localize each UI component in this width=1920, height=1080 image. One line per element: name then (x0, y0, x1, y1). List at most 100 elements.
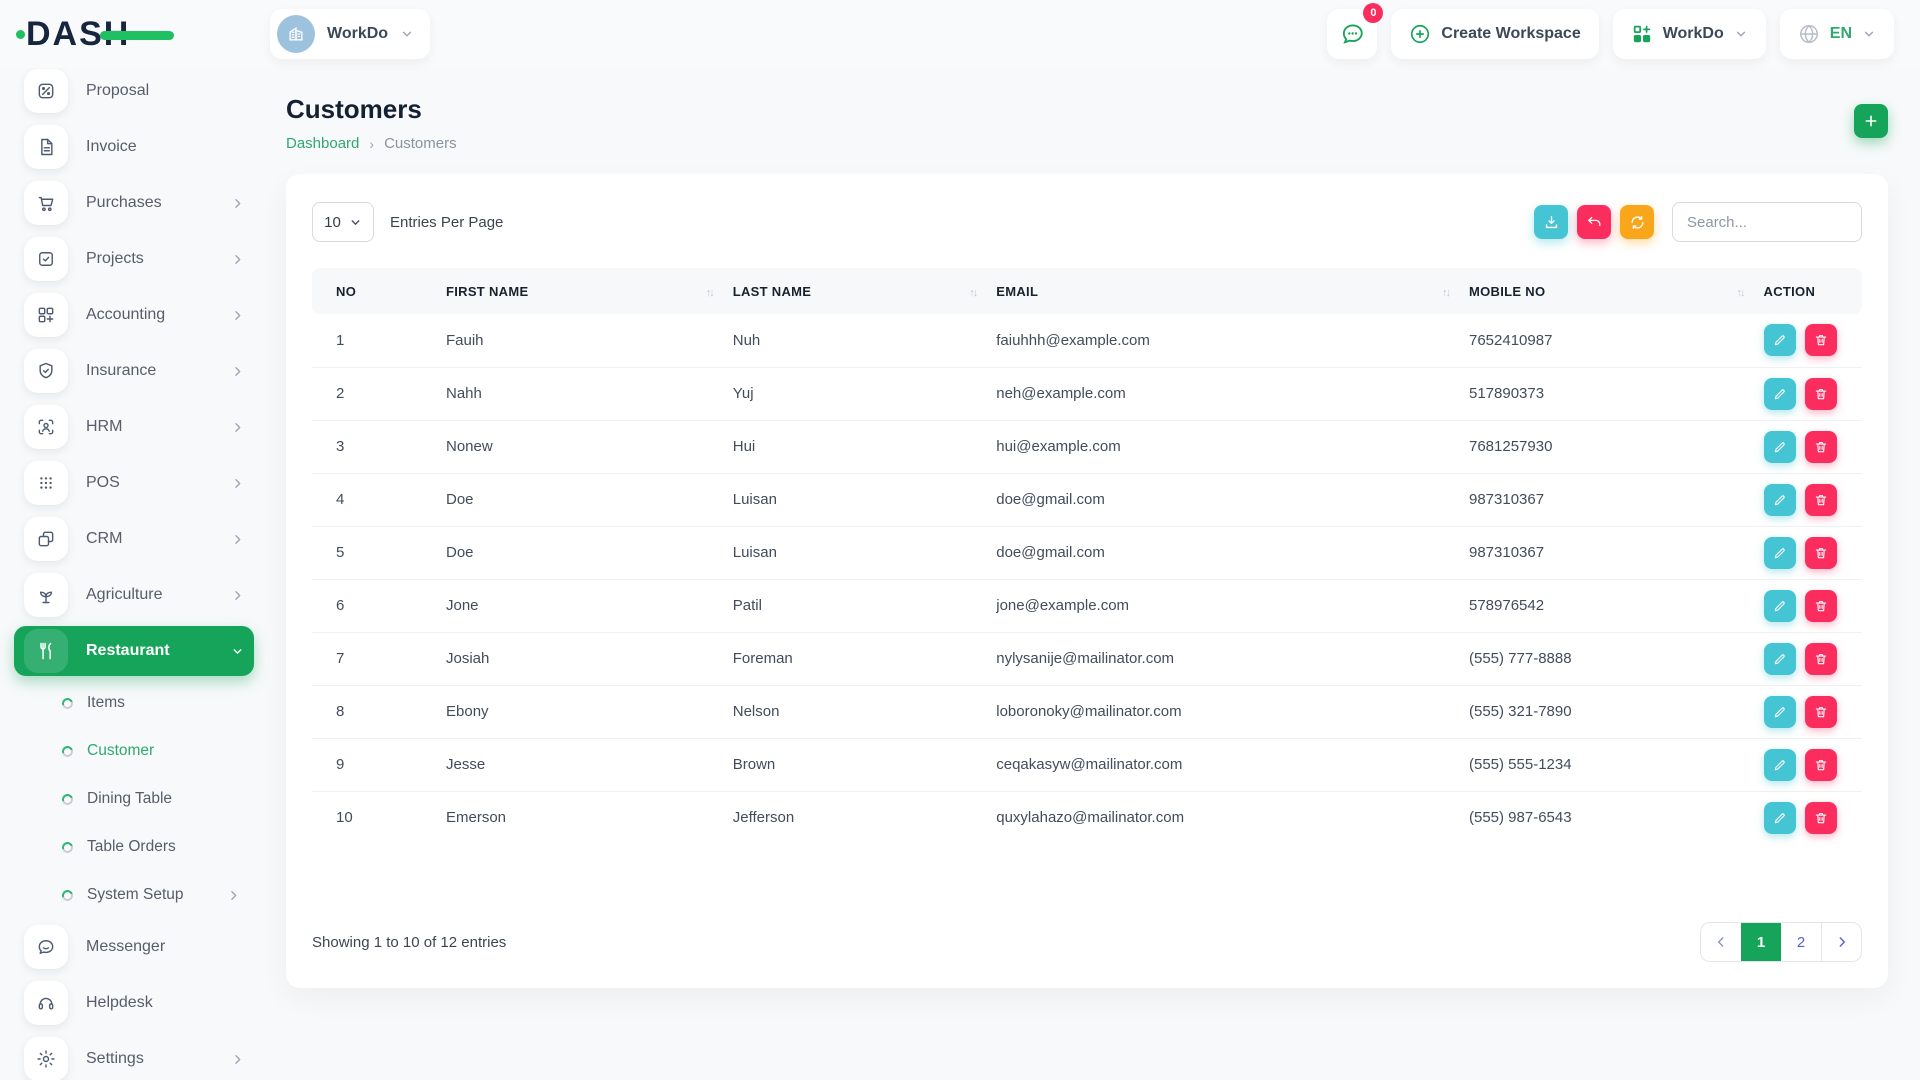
top-header: DASH WorkDo 0 Create Workspace (0, 0, 1920, 68)
delete-button[interactable] (1805, 749, 1837, 781)
delete-button[interactable] (1805, 643, 1837, 675)
search-input[interactable] (1672, 202, 1862, 242)
refresh-button[interactable] (1620, 205, 1654, 239)
table-row: 3 Nonew Hui hui@example.com 7681257930 (312, 420, 1862, 473)
sidebar-subitem-dining-table[interactable]: Dining Table (14, 775, 254, 823)
sidebar-item-crm[interactable]: CRM (14, 511, 254, 567)
reset-button[interactable] (1577, 205, 1611, 239)
sidebar-subitem-customer[interactable]: Customer (14, 727, 254, 775)
edit-button[interactable] (1764, 749, 1796, 781)
workspace-selector[interactable]: WorkDo (270, 9, 430, 59)
sort-icon[interactable]: ↑↓ (1737, 287, 1744, 299)
pencil-icon (1773, 599, 1787, 613)
breadcrumb-dashboard-link[interactable]: Dashboard (286, 135, 359, 152)
table-row: 4 Doe Luisan doe@gmail.com 987310367 (312, 473, 1862, 526)
edit-button[interactable] (1764, 643, 1796, 675)
trash-icon (1814, 811, 1828, 825)
pencil-icon (1773, 440, 1787, 454)
sidebar-item-purchases[interactable]: Purchases (14, 175, 254, 231)
edit-button[interactable] (1764, 696, 1796, 728)
chevron-down-icon (231, 645, 244, 658)
edit-button[interactable] (1764, 378, 1796, 410)
edit-button[interactable] (1764, 537, 1796, 569)
app-logo[interactable]: DASH (26, 15, 270, 54)
delete-button[interactable] (1805, 324, 1837, 356)
chevron-right-icon (231, 533, 244, 546)
add-customer-button[interactable] (1854, 104, 1888, 138)
user-scan-icon (24, 405, 68, 449)
pagination-next-button[interactable] (1821, 923, 1861, 961)
chevron-right-icon (227, 889, 240, 902)
delete-button[interactable] (1805, 431, 1837, 463)
entries-per-page-select[interactable]: 10 (312, 202, 374, 242)
chevron-down-icon (349, 216, 362, 229)
delete-button[interactable] (1805, 802, 1837, 834)
export-button[interactable] (1534, 205, 1568, 239)
delete-button[interactable] (1805, 590, 1837, 622)
trash-icon (1814, 652, 1828, 666)
plant-icon (24, 573, 68, 617)
gear-icon (24, 1037, 68, 1080)
col-header-mobile-no[interactable]: MOBILE NO ↑↓ (1459, 268, 1754, 314)
trash-icon (1814, 546, 1828, 560)
pencil-icon (1773, 333, 1787, 347)
delete-button[interactable] (1805, 696, 1837, 728)
edit-button[interactable] (1764, 802, 1796, 834)
trash-icon (1814, 440, 1828, 454)
pencil-icon (1773, 705, 1787, 719)
edit-button[interactable] (1764, 324, 1796, 356)
sidebar-item-restaurant[interactable]: Restaurant (14, 626, 254, 676)
create-workspace-button[interactable]: Create Workspace (1391, 9, 1598, 59)
table-row: 8 Ebony Nelson loboronoky@mailinator.com… (312, 685, 1862, 738)
invoice-icon (24, 125, 68, 169)
pagination-page-1[interactable]: 1 (1741, 923, 1781, 961)
sidebar-item-helpdesk[interactable]: Helpdesk (14, 975, 254, 1031)
panels-icon (24, 517, 68, 561)
table-row: 7 Josiah Foreman nylysanije@mailinator.c… (312, 632, 1862, 685)
sort-icon[interactable]: ↑↓ (1442, 287, 1449, 299)
pencil-icon (1773, 387, 1787, 401)
breadcrumb: Dashboard › Customers (286, 135, 457, 152)
sidebar-subitem-system-setup[interactable]: System Setup (14, 871, 254, 919)
sort-icon[interactable]: ↑↓ (706, 287, 713, 299)
sidebar: Proposal Invoice Purchases Projects (0, 68, 270, 1080)
edit-button[interactable] (1764, 431, 1796, 463)
sidebar-item-pos[interactable]: POS (14, 455, 254, 511)
sidebar-item-agriculture[interactable]: Agriculture (14, 567, 254, 623)
sort-icon[interactable]: ↑↓ (969, 287, 976, 299)
showing-entries-text: Showing 1 to 10 of 12 entries (312, 934, 506, 951)
edit-button[interactable] (1764, 484, 1796, 516)
create-workspace-label: Create Workspace (1441, 25, 1580, 43)
sidebar-item-invoice[interactable]: Invoice (14, 119, 254, 175)
delete-button[interactable] (1805, 484, 1837, 516)
pagination: 1 2 (1700, 922, 1862, 962)
sidebar-item-insurance[interactable]: Insurance (14, 343, 254, 399)
trash-icon (1814, 705, 1828, 719)
sidebar-item-projects[interactable]: Projects (14, 231, 254, 287)
pagination-prev-button[interactable] (1701, 923, 1741, 961)
sidebar-subitem-items[interactable]: Items (14, 679, 254, 727)
col-header-email[interactable]: EMAIL ↑↓ (986, 268, 1459, 314)
delete-button[interactable] (1805, 378, 1837, 410)
edit-button[interactable] (1764, 590, 1796, 622)
sidebar-item-settings[interactable]: Settings (14, 1031, 254, 1080)
col-header-last-name[interactable]: LAST NAME ↑↓ (723, 268, 987, 314)
col-header-first-name[interactable]: FIRST NAME ↑↓ (436, 268, 723, 314)
sidebar-item-hrm[interactable]: HRM (14, 399, 254, 455)
checkbox-icon (24, 237, 68, 281)
delete-button[interactable] (1805, 537, 1837, 569)
sidebar-item-messenger[interactable]: Messenger (14, 919, 254, 975)
sidebar-item-proposal[interactable]: Proposal (14, 68, 254, 119)
dots-grid-icon (24, 461, 68, 505)
sidebar-item-accounting[interactable]: Accounting (14, 287, 254, 343)
language-switcher[interactable]: EN (1780, 9, 1894, 59)
org-switcher[interactable]: WorkDo (1613, 9, 1766, 59)
pagination-page-2[interactable]: 2 (1781, 923, 1821, 961)
customers-table: NO FIRST NAME ↑↓ LAST NAME ↑↓ EMAIL ↑↓ (312, 268, 1862, 844)
entries-value: 10 (324, 214, 341, 231)
chat-bubble-icon (1339, 21, 1365, 47)
sidebar-subitem-table-orders[interactable]: Table Orders (14, 823, 254, 871)
chevron-right-icon (231, 309, 244, 322)
messenger-button[interactable]: 0 (1327, 9, 1377, 59)
chat-icon (24, 925, 68, 969)
